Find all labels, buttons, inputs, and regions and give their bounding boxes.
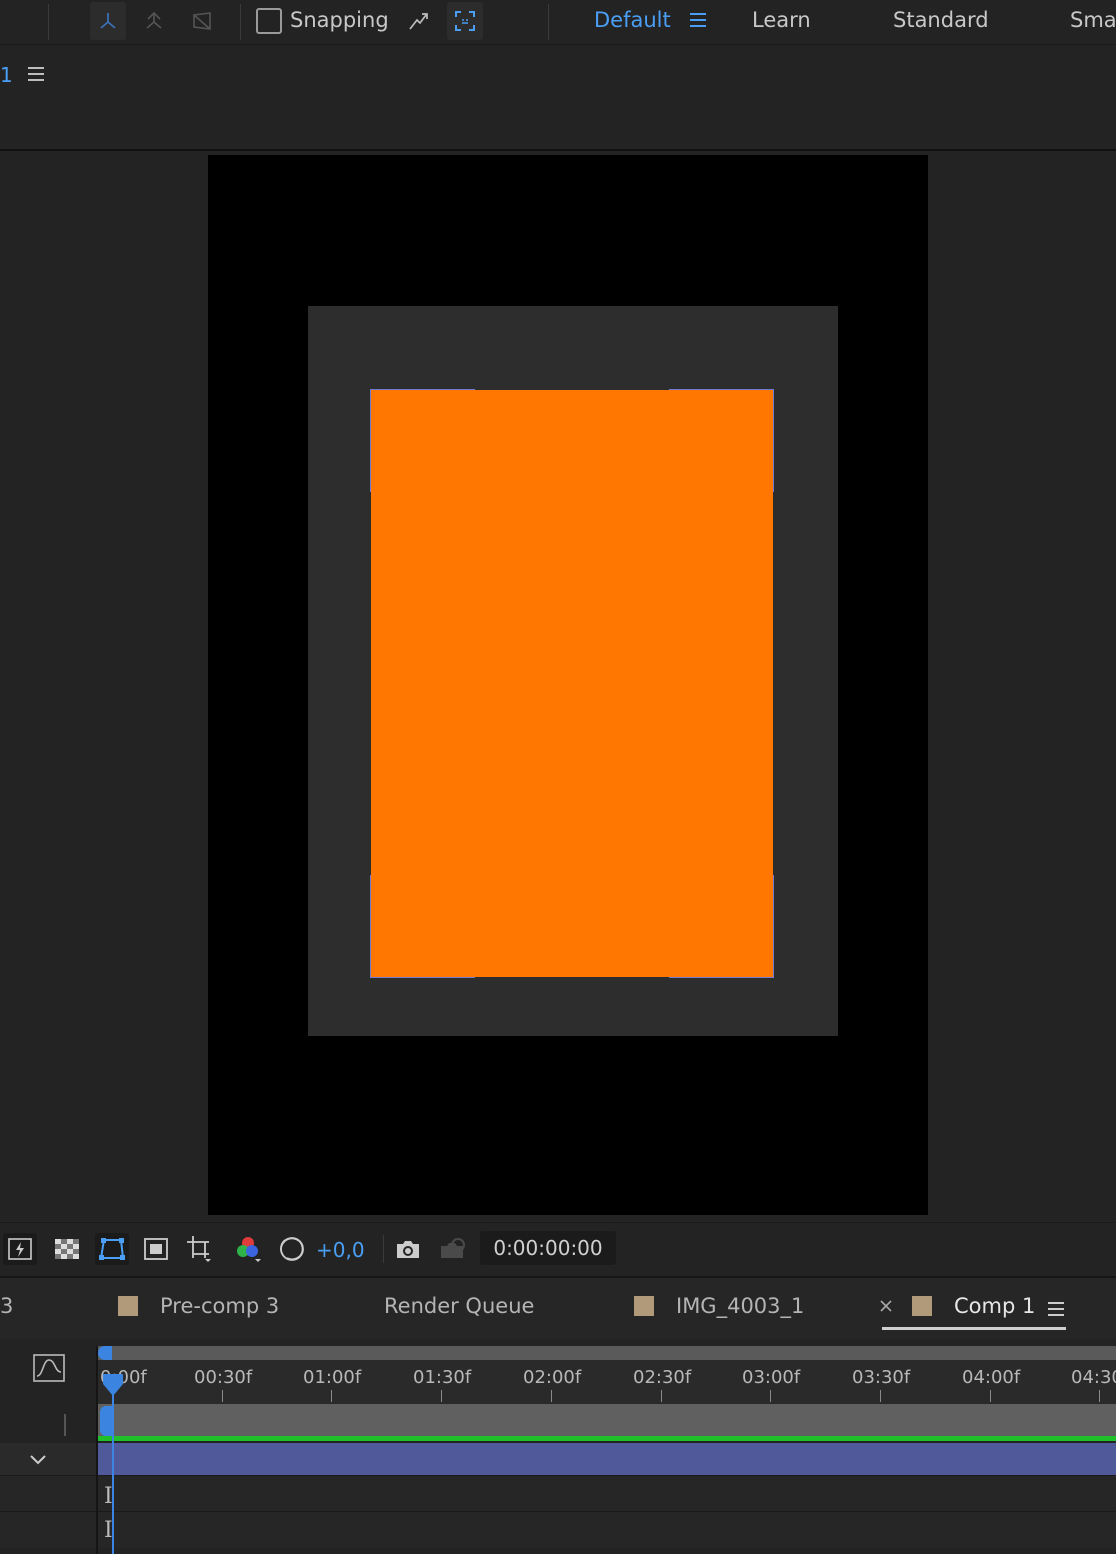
composition-breadcrumb-bar [0,105,1116,151]
ruler-tick-label: 03:00f [742,1367,801,1388]
tab-comp-1[interactable]: Comp 1 [954,1294,1035,1318]
toolbar-divider [383,1235,384,1263]
exposure-value[interactable]: +0,0 [316,1238,365,1262]
tab-pre-comp-3[interactable]: Pre-comp 3 [160,1294,279,1318]
fast-previews-icon[interactable] [3,1233,37,1265]
tab-render-queue[interactable]: Render Queue [384,1294,534,1318]
ruler-tick-mark [1099,1390,1100,1402]
workspace-menu-icon[interactable] [688,10,708,34]
top-toolbar: Snapping Default Learn Standard Smal [0,0,1116,45]
ruler-tick-label: 04:30 [1071,1367,1116,1388]
panel-menu-icon[interactable] [27,65,45,87]
active-tab-underline [882,1327,1066,1330]
region-of-interest-icon[interactable] [139,1233,173,1265]
workspace-standard[interactable]: Standard [893,8,989,32]
composition-tab-label[interactable]: 1 [0,63,13,87]
ruler-tick-mark [441,1390,442,1402]
tab-label-color-swatch [912,1296,932,1316]
ruler-tick-mark [990,1390,991,1402]
toolbar-divider [548,4,549,40]
current-time-display[interactable]: 0:00:00:00 [480,1231,616,1265]
composition-panel-header: 1 [0,45,1116,105]
property-row [0,1475,1116,1512]
grid-and-guides-icon[interactable] [183,1233,217,1265]
chevron-down-icon[interactable] [28,1450,48,1472]
ruler-tick-mark [331,1390,332,1402]
ruler-tick-label: 02:00f [523,1367,582,1388]
world-axis-mode-icon[interactable] [136,2,172,40]
time-navigator-bar[interactable] [98,1346,1116,1360]
ruler-tick-label: 01:00f [303,1367,362,1388]
take-snapshot-icon[interactable] [391,1233,425,1265]
ruler-tick-mark [551,1390,552,1402]
workspace-learn[interactable]: Learn [752,8,811,32]
playhead-icon[interactable] [101,1372,125,1402]
ruler-tick-mark [661,1390,662,1402]
tab-partial[interactable]: 3 [0,1294,13,1318]
layer-row-controls [0,1443,98,1475]
ruler-tick-label: 02:30f [633,1367,692,1388]
ruler-tick-label: 03:30f [852,1367,911,1388]
ruler-tick-mark [770,1390,771,1402]
local-axis-mode-icon[interactable] [90,2,126,40]
view-axis-mode-icon[interactable] [184,2,220,40]
timeline-panel-menu-icon[interactable] [1047,1300,1065,1322]
layer-bounding-corner [669,875,774,978]
mask-path-visibility-icon[interactable] [95,1233,129,1265]
tab-label-color-swatch [118,1296,138,1316]
layer-duration-bar[interactable] [98,1443,1116,1475]
tab-label-color-swatch [634,1296,654,1316]
playhead-line[interactable] [112,1380,114,1554]
layer-bounding-corner [370,875,475,978]
show-snapshot-icon[interactable] [435,1233,469,1265]
snap-edges-icon[interactable] [400,2,436,40]
time-navigator-start-handle[interactable] [98,1346,112,1360]
timeline-divider [96,1346,98,1554]
ruler-tick-mark [880,1390,881,1402]
workspace-small-screen[interactable]: Smal [1070,8,1116,32]
show-channel-icon[interactable] [231,1233,265,1265]
layer-bounding-corner [370,389,475,492]
panel-divider [64,1414,66,1436]
close-tab-icon[interactable] [878,1298,894,1318]
work-area-start-handle[interactable] [100,1406,112,1436]
cached-frames-indicator [98,1436,1116,1441]
workspace-default[interactable]: Default [594,8,671,32]
snapping-checkbox[interactable] [256,8,282,34]
reset-exposure-icon[interactable] [275,1233,309,1265]
transparency-grid-icon[interactable] [50,1233,84,1265]
snap-features-icon[interactable] [447,2,483,40]
layer-bounding-corner [669,389,774,492]
graph-editor-icon[interactable] [32,1352,66,1388]
orange-solid-layer[interactable] [370,389,774,978]
ruler-tick-label: 01:30f [413,1367,472,1388]
toolbar-divider [240,4,241,40]
ruler-tick-label: 00:30f [194,1367,253,1388]
ruler-tick-mark [222,1390,223,1402]
tab-img-4003-1[interactable]: IMG_4003_1 [676,1294,804,1318]
toolbar-divider [48,4,49,40]
property-row [0,1511,1116,1548]
timeline-tab-bar: 3 Pre-comp 3 Render Queue IMG_4003_1 Com… [0,1276,1116,1338]
snapping-label: Snapping [290,8,389,32]
ruler-tick-label: 04:00f [962,1367,1021,1388]
viewer-controls-bar: +0,0 0:00:00:00 [0,1222,1116,1275]
work-area-bar[interactable] [98,1404,1116,1438]
